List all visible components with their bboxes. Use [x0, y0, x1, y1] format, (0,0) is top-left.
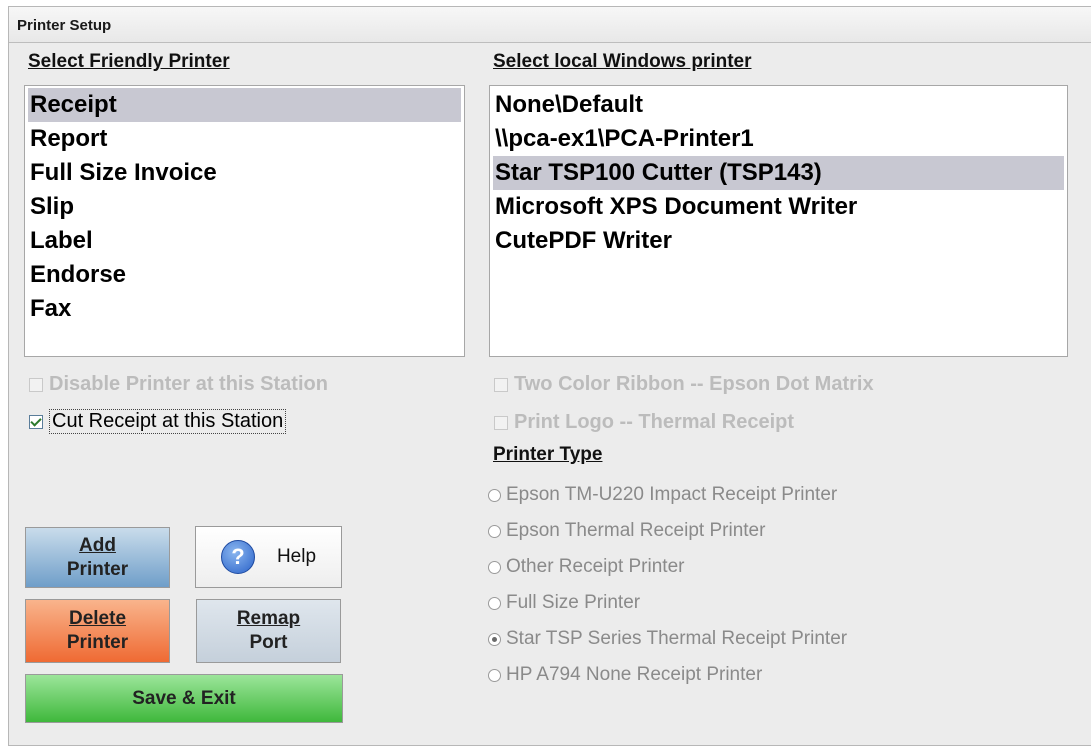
- printer-type-group: Epson TM-U220 Impact Receipt Printer Eps…: [488, 483, 847, 687]
- friendly-printer-list[interactable]: Receipt Report Full Size Invoice Slip La…: [24, 85, 465, 357]
- windows-printer-item[interactable]: None\Default: [493, 88, 1064, 122]
- printer-type-radio[interactable]: HP A794 None Receipt Printer: [488, 663, 847, 687]
- remap-port-label-line1: Remap: [236, 608, 301, 629]
- remap-port-label-line2: Port: [249, 632, 288, 653]
- radio-label: Other Receipt Printer: [506, 556, 685, 577]
- cut-receipt-checkbox[interactable]: Cut Receipt at this Station: [29, 409, 287, 434]
- printer-type-radio-selected[interactable]: Star TSP Series Thermal Receipt Printer: [488, 627, 847, 651]
- checkbox-box-checked: [29, 414, 43, 429]
- delete-printer-button[interactable]: Delete Printer: [25, 599, 170, 663]
- save-exit-button[interactable]: Save & Exit: [25, 674, 343, 723]
- checkbox-box: [494, 415, 508, 430]
- radio-circle: [488, 488, 501, 502]
- two-color-ribbon-checkbox[interactable]: Two Color Ribbon -- Epson Dot Matrix: [494, 373, 874, 396]
- window-title: Printer Setup: [17, 17, 112, 34]
- windows-printer-item[interactable]: Star TSP100 Cutter (TSP143): [493, 156, 1064, 190]
- friendly-printer-item[interactable]: Full Size Invoice: [28, 156, 461, 190]
- radio-circle: [488, 524, 501, 538]
- radio-circle-checked: [488, 632, 501, 646]
- help-question-icon: ?: [220, 540, 255, 574]
- printer-setup-window: Printer Setup Select Friendly Printer Re…: [8, 6, 1091, 746]
- windows-printer-item[interactable]: \\pca-ex1\PCA-Printer1: [493, 122, 1064, 156]
- friendly-printer-item[interactable]: Slip: [28, 190, 461, 224]
- printer-type-radio[interactable]: Epson TM-U220 Impact Receipt Printer: [488, 483, 847, 507]
- friendly-printer-item[interactable]: Receipt: [28, 88, 461, 122]
- printer-type-header: Printer Type: [493, 444, 603, 465]
- title-bar: Printer Setup: [9, 7, 1091, 43]
- disable-printer-checkbox[interactable]: Disable Printer at this Station: [29, 373, 328, 396]
- two-color-ribbon-label: Two Color Ribbon -- Epson Dot Matrix: [514, 373, 874, 395]
- cut-receipt-label: Cut Receipt at this Station: [49, 409, 287, 434]
- add-printer-label-line1: Add: [79, 534, 116, 556]
- add-printer-button[interactable]: Add Printer: [25, 527, 170, 588]
- print-logo-label: Print Logo -- Thermal Receipt: [514, 411, 795, 433]
- help-button[interactable]: ? Help: [195, 526, 342, 588]
- friendly-printer-item[interactable]: Endorse: [28, 258, 461, 292]
- printer-type-radio[interactable]: Other Receipt Printer: [488, 555, 847, 579]
- radio-label: Full Size Printer: [506, 592, 641, 613]
- windows-printer-header: Select local Windows printer: [493, 51, 752, 72]
- friendly-printer-item[interactable]: Report: [28, 122, 461, 156]
- windows-printer-item[interactable]: Microsoft XPS Document Writer: [493, 190, 1064, 224]
- delete-printer-label-line2: Printer: [66, 632, 129, 653]
- radio-circle: [488, 668, 501, 682]
- radio-label: Star TSP Series Thermal Receipt Printer: [506, 628, 848, 649]
- printer-type-radio[interactable]: Full Size Printer: [488, 591, 847, 615]
- remap-port-button[interactable]: Remap Port: [196, 599, 341, 663]
- print-logo-checkbox[interactable]: Print Logo -- Thermal Receipt: [494, 411, 794, 434]
- save-exit-label: Save & Exit: [132, 687, 236, 709]
- checkbox-box: [29, 377, 43, 392]
- disable-printer-label: Disable Printer at this Station: [49, 373, 328, 395]
- friendly-printer-item[interactable]: Label: [28, 224, 461, 258]
- radio-label: HP A794 None Receipt Printer: [506, 664, 763, 685]
- windows-printer-item[interactable]: CutePDF Writer: [493, 224, 1064, 258]
- checkbox-box: [494, 377, 508, 392]
- delete-printer-label-line1: Delete: [68, 608, 127, 629]
- help-label: Help: [276, 546, 317, 567]
- windows-printer-list[interactable]: None\Default \\pca-ex1\PCA-Printer1 Star…: [489, 85, 1068, 357]
- add-printer-label-line2: Printer: [66, 558, 129, 580]
- printer-type-radio[interactable]: Epson Thermal Receipt Printer: [488, 519, 847, 543]
- friendly-printer-item[interactable]: Fax: [28, 292, 461, 326]
- radio-circle: [488, 596, 501, 610]
- radio-label: Epson Thermal Receipt Printer: [506, 520, 766, 541]
- radio-label: Epson TM-U220 Impact Receipt Printer: [506, 484, 838, 505]
- friendly-printer-header: Select Friendly Printer: [28, 51, 230, 72]
- radio-circle: [488, 560, 501, 574]
